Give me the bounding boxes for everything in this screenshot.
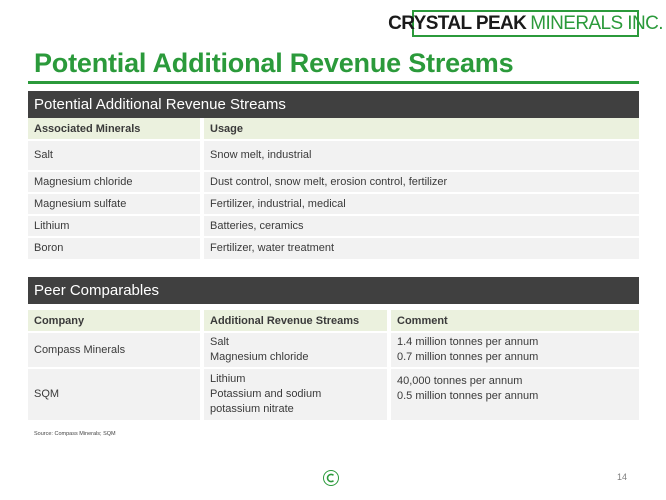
streams-cell: Lithium Potassium and sodium potassium n… [200, 367, 389, 420]
page-number: 14 [617, 472, 628, 482]
mineral-cell: Magnesium chloride [28, 170, 202, 193]
source-note: Source: Compass Minerals; SQM [34, 431, 116, 437]
peer-section-heading: Peer Comparables [28, 277, 639, 304]
stream-line: Lithium [210, 373, 246, 385]
mineral-cell: Magnesium sulfate [28, 192, 202, 215]
stream-line: Salt [210, 336, 229, 348]
comment-cell: 40,000 tonnes per annum 0.5 million tonn… [387, 367, 639, 420]
table-row: Magnesium chloride Dust control, snow me… [28, 170, 639, 193]
emblem-c-icon [326, 473, 335, 483]
stream-line: potassium nitrate [210, 403, 294, 415]
revenue-section-heading: Potential Additional Revenue Streams [28, 91, 639, 118]
table-header-row: Associated Minerals Usage [28, 118, 639, 140]
revenue-table: Associated Minerals Usage Salt Snow melt… [28, 118, 639, 259]
mineral-cell: Boron [28, 236, 202, 259]
company-logo: CRYSTAL PEAK MINERALS INC. [388, 10, 663, 37]
column-header-comment: Comment [387, 310, 639, 332]
comment-line: 1.4 million tonnes per annum [397, 336, 539, 348]
table-row: Boron Fertilizer, water treatment [28, 236, 639, 259]
stream-line: Magnesium chloride [210, 351, 309, 363]
usage-cell: Fertilizer, water treatment [200, 236, 639, 259]
comment-cell: 1.4 million tonnes per annum 0.7 million… [387, 331, 639, 368]
table-header-row: Company Additional Revenue Streams Comme… [28, 310, 639, 332]
company-cell: Compass Minerals [28, 331, 202, 368]
page-title: Potential Additional Revenue Streams [34, 48, 514, 78]
title-divider [28, 81, 639, 84]
table-row: Salt Snow melt, industrial [28, 139, 639, 171]
column-header-company: Company [28, 310, 202, 332]
logo-text-bold: CRYSTAL PEAK [388, 13, 527, 34]
table-row: Compass Minerals Salt Magnesium chloride… [28, 331, 639, 368]
usage-cell: Dust control, snow melt, erosion control… [200, 170, 639, 193]
table-row: SQM Lithium Potassium and sodium potassi… [28, 367, 639, 420]
column-header-usage: Usage [200, 118, 639, 140]
company-cell: SQM [28, 367, 202, 420]
column-header-minerals: Associated Minerals [28, 118, 202, 140]
peer-table: Company Additional Revenue Streams Comme… [28, 310, 639, 420]
column-header-streams: Additional Revenue Streams [200, 310, 389, 332]
company-emblem-icon [323, 470, 339, 486]
streams-cell: Salt Magnesium chloride [200, 331, 389, 368]
comment-line: 40,000 tonnes per annum [397, 375, 523, 387]
comment-line: 0.7 million tonnes per annum [397, 351, 539, 363]
usage-cell: Snow melt, industrial [200, 139, 639, 171]
stream-line: Potassium and sodium [210, 388, 322, 400]
table-row: Lithium Batteries, ceramics [28, 214, 639, 237]
mineral-cell: Lithium [28, 214, 202, 237]
usage-cell: Fertilizer, industrial, medical [200, 192, 639, 215]
usage-cell: Batteries, ceramics [200, 214, 639, 237]
comment-line: 0.5 million tonnes per annum [397, 390, 539, 402]
table-row: Magnesium sulfate Fertilizer, industrial… [28, 192, 639, 215]
mineral-cell: Salt [28, 139, 202, 171]
logo-text-light: MINERALS INC. [530, 13, 663, 34]
